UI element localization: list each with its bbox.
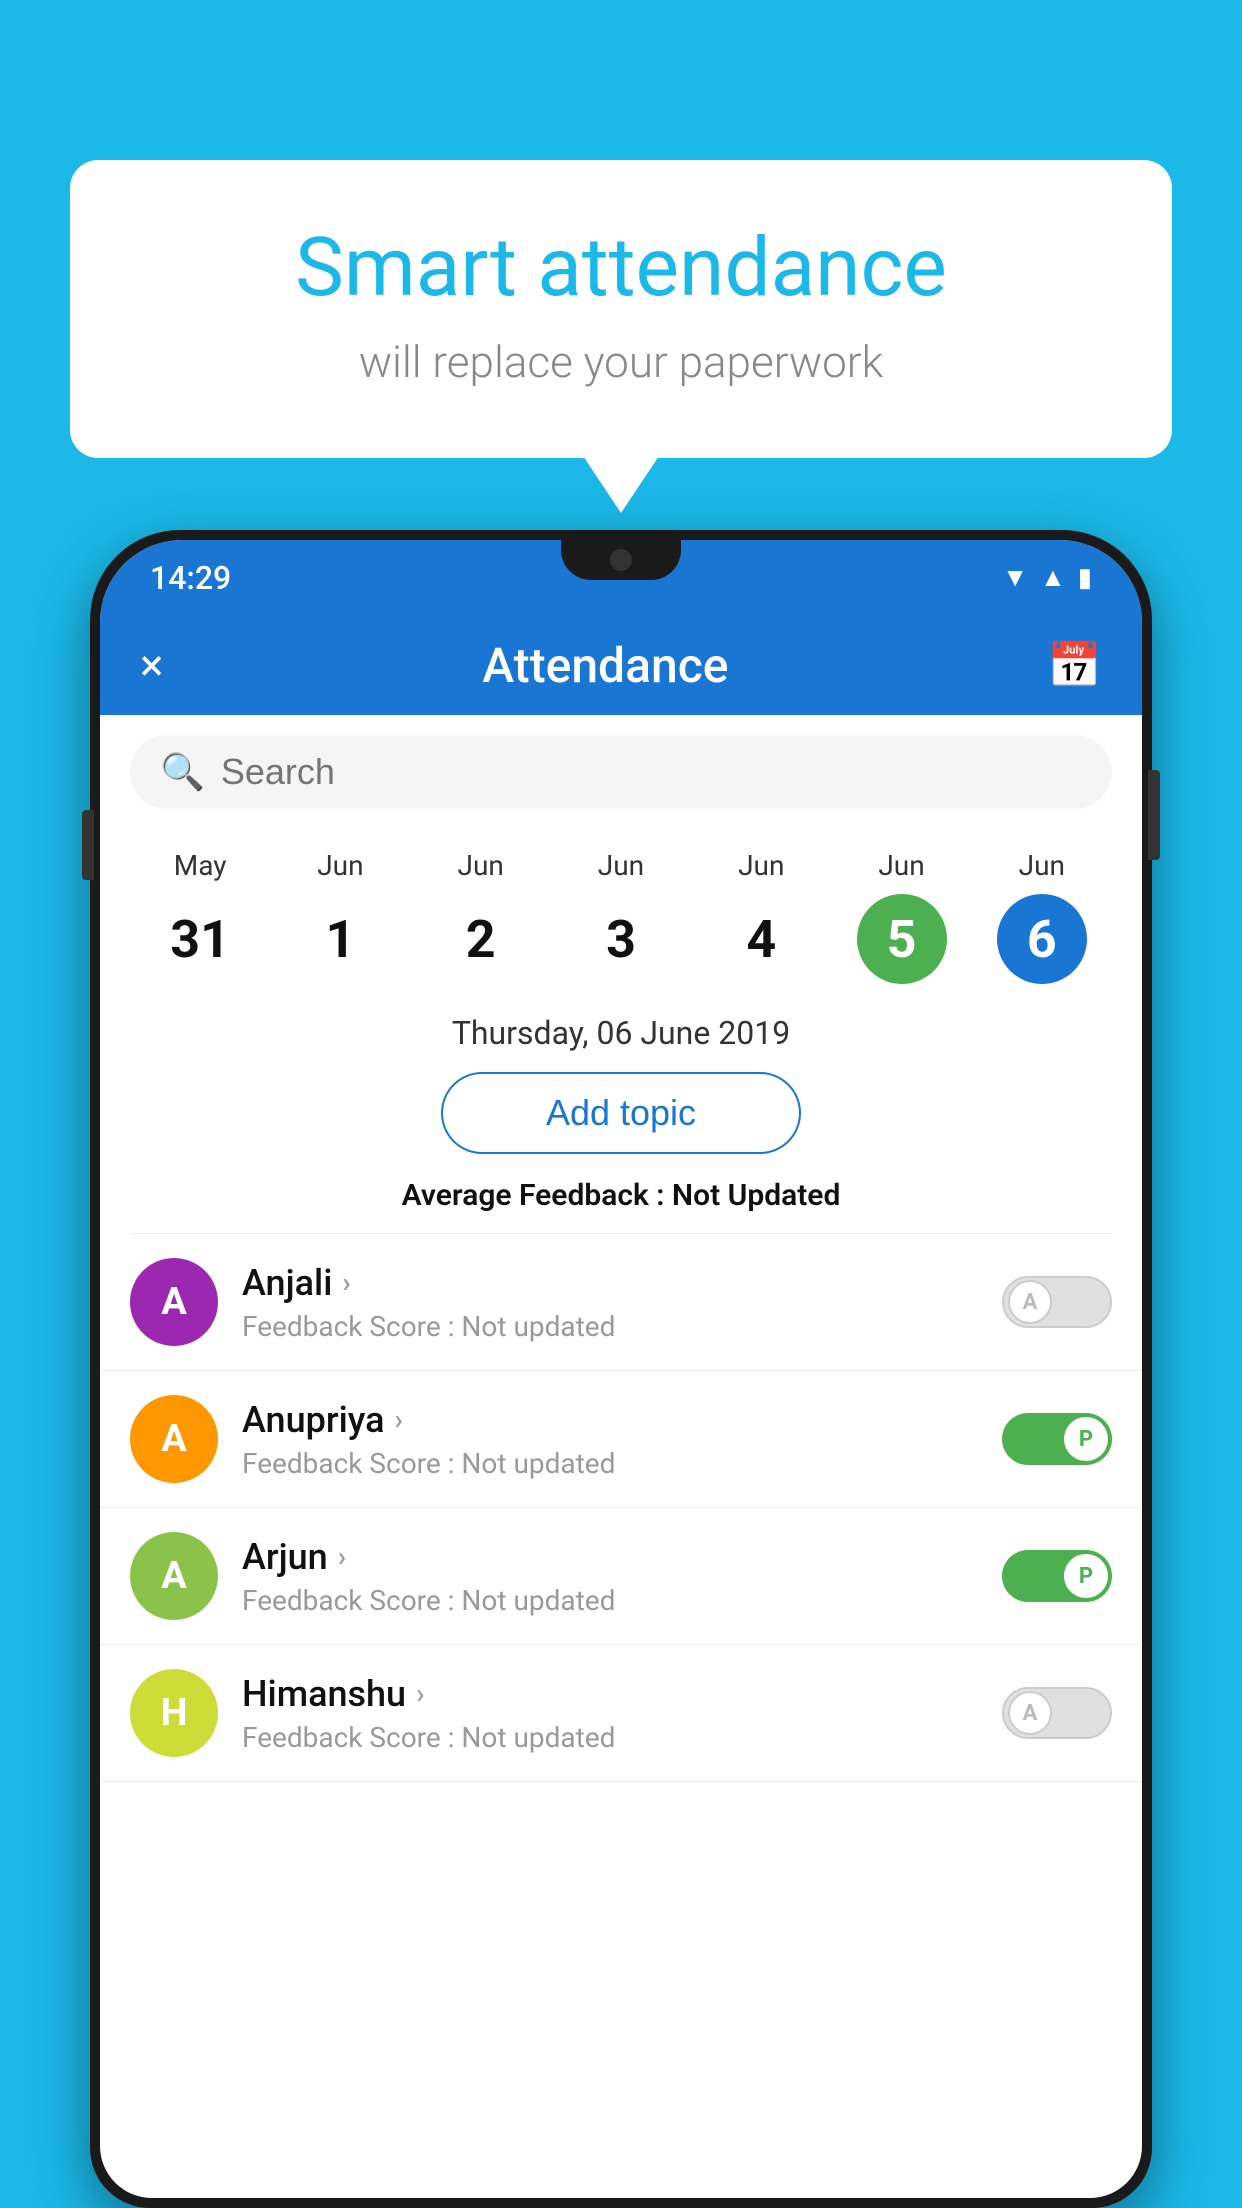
toggle-thumb: A xyxy=(1008,1691,1052,1735)
date-month-label: May xyxy=(174,849,227,882)
add-topic-button[interactable]: Add topic xyxy=(441,1072,801,1154)
chevron-right-icon: › xyxy=(416,1677,424,1710)
student-item: A Anupriya › Feedback Score : Not updated P xyxy=(100,1371,1142,1508)
date-item[interactable]: Jun 6 xyxy=(997,849,1087,984)
speech-bubble-container: Smart attendance will replace your paper… xyxy=(70,160,1172,458)
student-info: Himanshu › Feedback Score : Not updated xyxy=(242,1673,978,1754)
toggle-thumb: A xyxy=(1008,1280,1052,1324)
student-info: Anupriya › Feedback Score : Not updated xyxy=(242,1399,978,1480)
average-feedback: Average Feedback : Not Updated xyxy=(100,1178,1142,1233)
feedback-score: Feedback Score : Not updated xyxy=(242,1584,978,1617)
date-number[interactable]: 1 xyxy=(295,894,385,984)
date-number[interactable]: 5 xyxy=(857,894,947,984)
date-month-label: Jun xyxy=(738,849,784,882)
date-month-label: Jun xyxy=(1019,849,1065,882)
speech-bubble: Smart attendance will replace your paper… xyxy=(70,160,1172,458)
date-item[interactable]: Jun 5 xyxy=(857,849,947,984)
toggle-thumb: P xyxy=(1064,1417,1108,1461)
student-info: Arjun › Feedback Score : Not updated xyxy=(242,1536,978,1617)
student-name[interactable]: Anupriya › xyxy=(242,1399,978,1441)
date-number[interactable]: 2 xyxy=(436,894,526,984)
attendance-toggle[interactable]: P xyxy=(1002,1550,1112,1602)
student-item: A Arjun › Feedback Score : Not updated P xyxy=(100,1508,1142,1645)
date-item[interactable]: Jun 1 xyxy=(295,849,385,984)
camera xyxy=(610,549,632,571)
app-bar: × Attendance 📅 xyxy=(100,615,1142,715)
phone-screen: 14:29 ▼ ▲ ▮ × Attendance 📅 🔍 May31Jun1Ju… xyxy=(100,540,1142,2198)
battery-icon: ▮ xyxy=(1078,563,1092,593)
signal-icon: ▲ xyxy=(1040,562,1066,593)
attendance-toggle[interactable]: A xyxy=(1002,1687,1112,1739)
search-bar[interactable]: 🔍 xyxy=(130,735,1112,809)
toggle-thumb: P xyxy=(1064,1554,1108,1598)
close-icon[interactable]: × xyxy=(140,639,163,691)
chevron-right-icon: › xyxy=(342,1266,350,1299)
search-input[interactable] xyxy=(221,751,1082,793)
avatar: A xyxy=(130,1258,218,1346)
chevron-right-icon: › xyxy=(338,1540,346,1573)
feedback-score: Feedback Score : Not updated xyxy=(242,1721,978,1754)
date-item[interactable]: Jun 4 xyxy=(716,849,806,984)
status-bar: 14:29 ▼ ▲ ▮ xyxy=(100,540,1142,615)
avatar: A xyxy=(130,1532,218,1620)
app-bar-title: Attendance xyxy=(482,637,728,694)
wifi-icon: ▼ xyxy=(1002,562,1028,593)
student-name[interactable]: Arjun › xyxy=(242,1536,978,1578)
date-month-label: Jun xyxy=(317,849,363,882)
student-list: AAnjali ›Feedback Score : Not updatedAAA… xyxy=(100,1234,1142,1782)
student-item: H Himanshu › Feedback Score : Not updated A xyxy=(100,1645,1142,1782)
student-item: A Anjali › Feedback Score : Not updated A xyxy=(100,1234,1142,1371)
feedback-score: Feedback Score : Not updated xyxy=(242,1310,978,1343)
avg-feedback-label: Average Feedback : xyxy=(402,1178,672,1213)
selected-date: Thursday, 06 June 2019 xyxy=(100,1004,1142,1072)
date-item[interactable]: Jun 3 xyxy=(576,849,666,984)
avg-feedback-value: Not Updated xyxy=(672,1178,840,1213)
date-number[interactable]: 6 xyxy=(997,894,1087,984)
date-number[interactable]: 3 xyxy=(576,894,666,984)
phone-frame: 14:29 ▼ ▲ ▮ × Attendance 📅 🔍 May31Jun1Ju… xyxy=(90,530,1152,2208)
date-number[interactable]: 31 xyxy=(155,894,245,984)
date-month-label: Jun xyxy=(598,849,644,882)
date-item[interactable]: May 31 xyxy=(155,849,245,984)
speech-bubble-title: Smart attendance xyxy=(150,220,1092,316)
avatar: A xyxy=(130,1395,218,1483)
date-selector: May 31 Jun 1 Jun 2 Jun 3 Jun 4 Jun 5 Jun 6 xyxy=(100,829,1142,1004)
status-icons: ▼ ▲ ▮ xyxy=(1002,562,1092,593)
speech-bubble-subtitle: will replace your paperwork xyxy=(150,336,1092,388)
date-item[interactable]: Jun 2 xyxy=(436,849,526,984)
feedback-score: Feedback Score : Not updated xyxy=(242,1447,978,1480)
date-month-label: Jun xyxy=(878,849,924,882)
clock: 14:29 xyxy=(150,559,231,597)
power-button xyxy=(1148,770,1160,860)
calendar-icon[interactable]: 📅 xyxy=(1047,639,1102,691)
chevron-right-icon: › xyxy=(395,1403,403,1436)
student-name[interactable]: Himanshu › xyxy=(242,1673,978,1715)
search-icon: 🔍 xyxy=(160,751,205,793)
notch xyxy=(561,540,681,580)
student-info: Anjali › Feedback Score : Not updated xyxy=(242,1262,978,1343)
date-number[interactable]: 4 xyxy=(716,894,806,984)
student-name[interactable]: Anjali › xyxy=(242,1262,978,1304)
volume-button xyxy=(82,810,94,880)
avatar: H xyxy=(130,1669,218,1757)
attendance-toggle[interactable]: P xyxy=(1002,1413,1112,1465)
date-month-label: Jun xyxy=(458,849,504,882)
attendance-toggle[interactable]: A xyxy=(1002,1276,1112,1328)
